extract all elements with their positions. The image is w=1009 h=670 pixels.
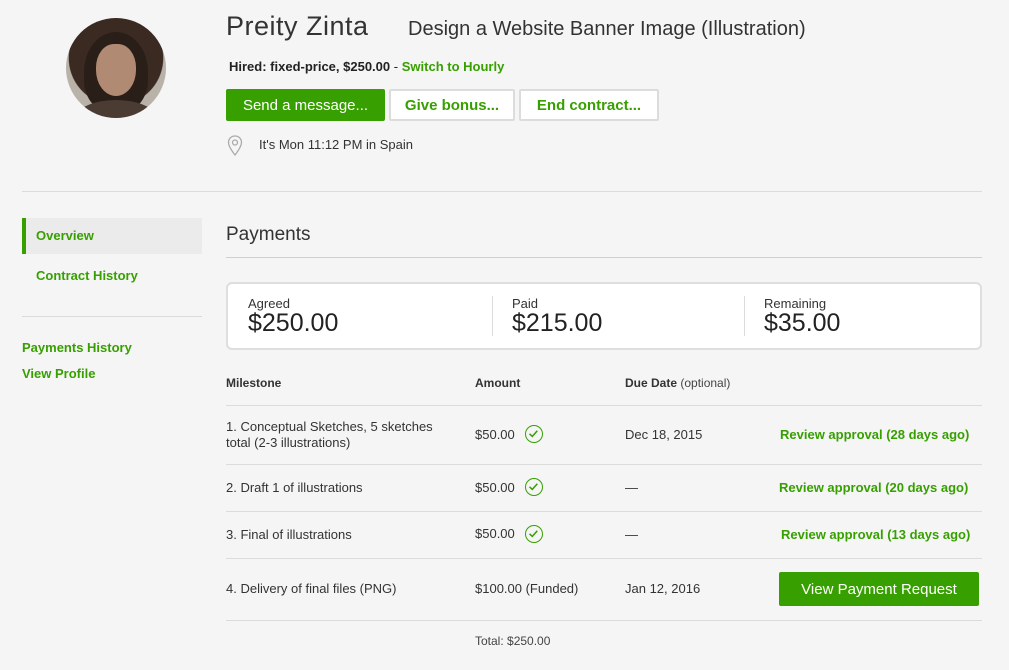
contract-title: Design a Website Banner Image (Illustrat… [408,18,806,40]
payments-total: Total: $250.00 [475,634,551,648]
hired-separator: - [393,59,399,74]
header-divider [22,191,982,192]
send-message-button[interactable]: Send a message... [226,89,385,121]
agreed-value: $250.00 [248,309,339,337]
paid-value: $215.00 [512,309,603,337]
milestone-name: 3. Final of illustrations [226,527,352,542]
milestone-due-date: — [625,527,638,542]
milestone-amount: $50.00 [475,427,515,442]
payment-summary: Agreed $250.00 Paid $215.00 Remaining $3… [226,282,982,350]
end-contract-button[interactable]: End contract... [519,89,659,121]
avatar-face [96,44,136,96]
freelancer-avatar[interactable] [66,18,166,118]
map-pin-icon [227,135,243,157]
payments-title-underline [226,257,982,258]
milestone-amount: $100.00 (Funded) [475,581,579,596]
summary-divider [492,296,493,336]
review-approval-link[interactable]: Review approval (20 days ago) [779,480,968,495]
due-date-label: Due Date [625,376,678,390]
due-date-optional-note: (optional) [680,376,731,390]
switch-to-hourly-link[interactable]: Switch to Hourly [402,59,505,74]
row-divider [226,464,982,465]
hired-label: Hired: fixed-price, $250.00 [229,59,391,74]
view-payment-request-button[interactable]: View Payment Request [779,572,979,606]
freelancer-name: Preity Zinta [226,11,369,41]
summary-divider [744,296,745,336]
milestone-due-date: — [625,480,638,495]
remaining-value: $35.00 [764,309,841,337]
give-bonus-button[interactable]: Give bonus... [389,89,515,121]
column-header-milestone: Milestone [226,376,282,390]
check-circle-icon [525,478,543,496]
view-profile-link[interactable]: View Profile [22,366,95,381]
payments-title: Payments [226,224,311,245]
row-divider [226,620,982,621]
local-time-text: It's Mon 11:12 PM in Spain [259,137,413,152]
milestone-amount: $50.00 [475,526,515,541]
milestone-name: 2. Draft 1 of illustrations [226,480,363,495]
sidebar-item-contract-history[interactable]: Contract History [36,268,138,283]
review-approval-link[interactable]: Review approval (13 days ago) [781,527,970,542]
column-header-due-date: Due Date (optional) [625,376,730,390]
milestone-name: 4. Delivery of final files (PNG) [226,581,397,596]
sidebar-divider [22,316,202,317]
row-divider [226,511,982,512]
sidebar-item-overview[interactable]: Overview [22,218,202,254]
summary-remaining: Remaining $35.00 [764,296,840,338]
milestone-due-date: Jan 12, 2016 [625,581,701,596]
avatar-shoulders [74,100,158,118]
row-divider [226,558,982,559]
milestone-due-date: Dec 18, 2015 [625,427,703,442]
summary-paid: Paid $215.00 [512,296,602,338]
payments-history-link[interactable]: Payments History [22,340,132,355]
review-approval-link[interactable]: Review approval (28 days ago) [780,427,969,442]
milestone-name: 1. Conceptual Sketches, 5 sketches total… [226,419,433,450]
summary-agreed: Agreed $250.00 [248,296,338,338]
hired-info: Hired: fixed-price, $250.00 - Switch to … [229,59,504,74]
column-header-amount: Amount [475,376,521,390]
check-circle-icon [525,425,543,443]
row-divider [226,405,982,406]
check-circle-icon [525,525,543,543]
milestone-amount: $50.00 [475,480,515,495]
